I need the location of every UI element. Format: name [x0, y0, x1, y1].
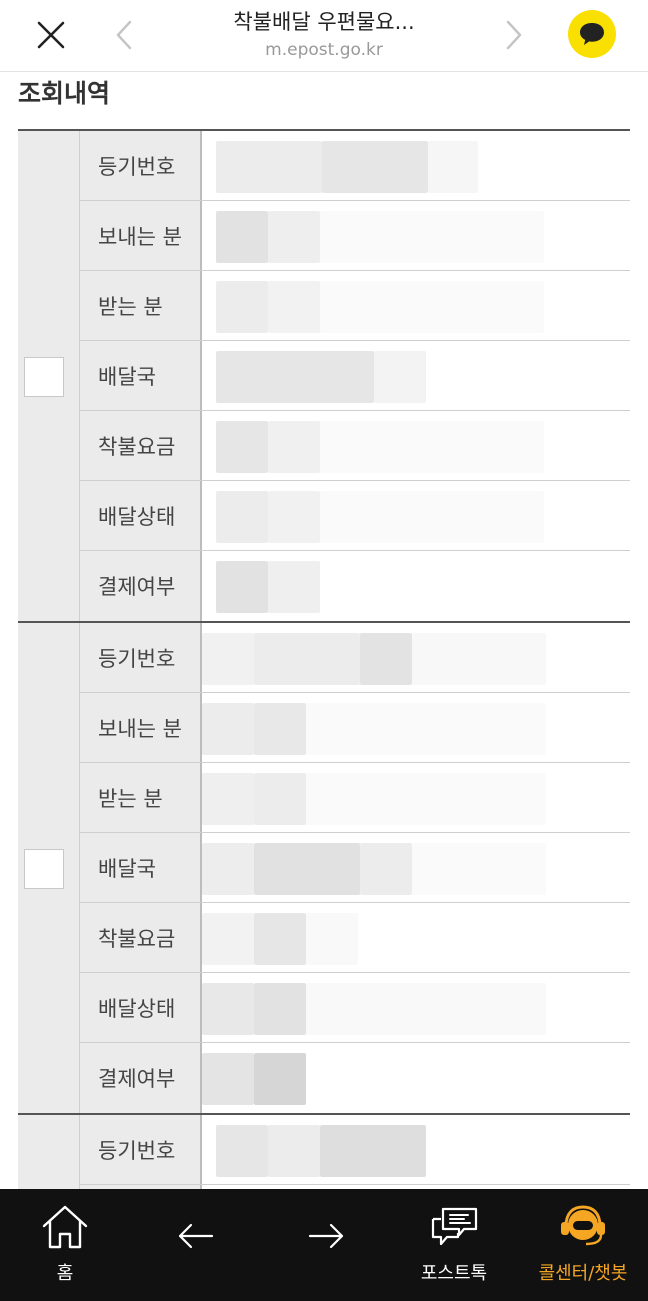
- field-label: 등기번호: [80, 1115, 202, 1184]
- field-row: 결제여부: [80, 551, 630, 621]
- close-icon: [37, 21, 65, 49]
- field-value-redacted: [202, 1115, 630, 1184]
- field-label: 결제여부: [80, 551, 202, 621]
- field-value-redacted: [202, 481, 630, 550]
- kakaotalk-button[interactable]: [568, 10, 616, 58]
- field-label: 배달국: [80, 341, 202, 410]
- field-label: 등기번호: [80, 131, 202, 200]
- nav-back-button[interactable]: [166, 1189, 226, 1301]
- field-row: 결제여부: [80, 1043, 630, 1113]
- nav-home-label: 홈: [56, 1263, 74, 1284]
- record-select-column: [18, 131, 80, 621]
- field-label: 배달상태: [80, 973, 202, 1042]
- field-row: 받는 분: [80, 271, 630, 341]
- field-value-redacted: [202, 763, 630, 832]
- field-value-redacted: [202, 973, 630, 1042]
- home-icon: [42, 1205, 88, 1249]
- record-select-column: [18, 623, 80, 1113]
- bottom-navigation: 홈 포스트톡 콜센터/챗봇: [0, 1189, 648, 1301]
- record-checkbox[interactable]: [24, 849, 64, 889]
- nav-home-button[interactable]: 홈: [24, 1189, 106, 1301]
- field-label: 착불요금: [80, 411, 202, 480]
- field-row: 배달상태: [80, 973, 630, 1043]
- back-button[interactable]: [104, 14, 144, 56]
- field-value-redacted: [202, 1043, 630, 1113]
- field-value-redacted: [202, 833, 630, 902]
- field-row: 착불요금: [80, 903, 630, 973]
- field-value-redacted: [202, 623, 630, 692]
- browser-top-bar: 착불배달 우편물요... m.epost.go.kr: [0, 0, 648, 72]
- field-row: 착불요금: [80, 411, 630, 481]
- field-value-redacted: [202, 271, 630, 340]
- field-label: 받는 분: [80, 271, 202, 340]
- field-label: 보내는 분: [80, 693, 202, 762]
- close-button[interactable]: [30, 14, 72, 56]
- field-row: 배달국: [80, 341, 630, 411]
- nav-callcenter-label: 콜센터/챗봇: [538, 1263, 628, 1284]
- field-row: 등기번호: [80, 1115, 630, 1185]
- field-label: 착불요금: [80, 903, 202, 972]
- arrow-right-icon: [308, 1223, 344, 1249]
- chevron-right-icon: [506, 20, 522, 50]
- page-title-block: 착불배달 우편물요... m.epost.go.kr: [160, 8, 488, 62]
- field-row: 배달상태: [80, 481, 630, 551]
- results-table: 등기번호 보내는 분 받는 분 배달국 착불요금 배달상태 결제여부 등기번호 …: [18, 129, 630, 1255]
- field-label: 등기번호: [80, 623, 202, 692]
- arrow-left-icon: [178, 1223, 214, 1249]
- result-record: 등기번호 보내는 분 받는 분 배달국 착불요금 배달상태 결제여부: [18, 621, 630, 1113]
- field-row: 보내는 분: [80, 693, 630, 763]
- nav-posttalk-label: 포스트톡: [420, 1263, 488, 1284]
- field-value-redacted: [202, 551, 630, 621]
- page-title: 착불배달 우편물요...: [233, 10, 415, 34]
- field-value-redacted: [202, 131, 630, 200]
- result-record: 등기번호 보내는 분 받는 분 배달국 착불요금 배달상태 결제여부: [18, 129, 630, 621]
- nav-forward-button[interactable]: [296, 1189, 356, 1301]
- field-value-redacted: [202, 903, 630, 972]
- field-label: 배달상태: [80, 481, 202, 550]
- field-label: 받는 분: [80, 763, 202, 832]
- field-row: 받는 분: [80, 763, 630, 833]
- headset-icon: [561, 1205, 605, 1246]
- field-value-redacted: [202, 411, 630, 480]
- field-row: 등기번호: [80, 623, 630, 693]
- record-checkbox[interactable]: [24, 357, 64, 397]
- section-title: 조회내역: [18, 79, 111, 108]
- field-row: 배달국: [80, 833, 630, 903]
- field-label: 결제여부: [80, 1043, 202, 1113]
- speech-bubble-icon: [580, 23, 604, 45]
- nav-callcenter-button[interactable]: 콜센터/챗봇: [528, 1189, 638, 1301]
- field-row: 등기번호: [80, 131, 630, 201]
- forward-button[interactable]: [494, 14, 534, 56]
- page-url: m.epost.go.kr: [265, 40, 383, 60]
- field-value-redacted: [202, 341, 630, 410]
- field-value-redacted: [202, 693, 630, 762]
- chevron-left-icon: [116, 20, 132, 50]
- field-label: 보내는 분: [80, 201, 202, 270]
- field-row: 보내는 분: [80, 201, 630, 271]
- chat-bubbles-icon: [431, 1207, 478, 1246]
- field-value-redacted: [202, 201, 630, 270]
- field-label: 배달국: [80, 833, 202, 902]
- nav-posttalk-button[interactable]: 포스트톡: [408, 1189, 500, 1301]
